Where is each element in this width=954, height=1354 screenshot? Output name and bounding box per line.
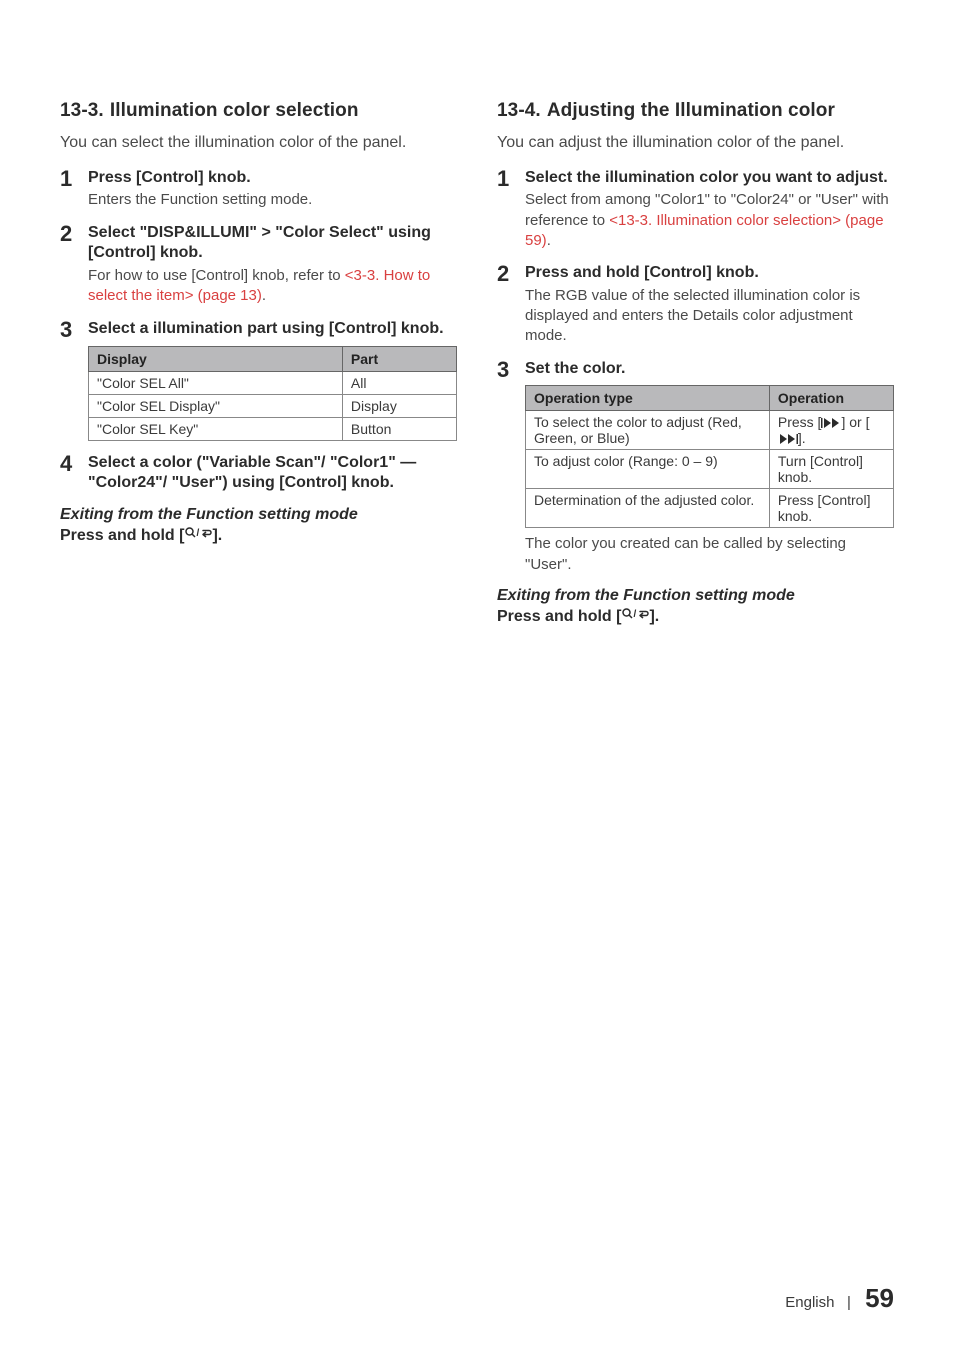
table-header: Display: [89, 346, 343, 371]
table-cell: Press [ ] or [].: [769, 411, 893, 450]
section-heading-13-3: 13-3. Illumination color selection: [60, 100, 457, 122]
table-row: Determination of the adjusted color. Pre…: [526, 489, 894, 528]
table-header: Operation type: [526, 386, 770, 411]
op-mid: ] or [: [841, 414, 869, 430]
step-body-pre: For how to use [Control] knob, refer to: [88, 267, 345, 284]
step-item: Press [Control] knob. Enters the Functio…: [60, 168, 457, 211]
footer-language: English: [785, 1294, 834, 1311]
svg-text:/: /: [634, 609, 637, 620]
step-body: Select from among "Color1" to "Color24" …: [525, 190, 894, 251]
table-row: To adjust color (Range: 0 – 9) Turn [Con…: [526, 450, 894, 489]
table-cell: To select the color to adjust (Red, Gree…: [526, 411, 770, 450]
step-body-post: .: [262, 287, 266, 304]
table-row: "Color SEL Display" Display: [89, 394, 457, 417]
step-title: Select the illumination color you want t…: [525, 168, 894, 189]
search-return-icon: /: [184, 527, 212, 544]
search-return-icon: /: [621, 608, 649, 625]
chevron-right-icon: >: [261, 224, 270, 241]
page-root: 13-3. Illumination color selection You ca…: [0, 0, 954, 1354]
heading-text: Illumination color selection: [110, 100, 359, 121]
step-title-pre: Select "DISP&ILLUMI": [88, 224, 257, 241]
step-body: Enters the Function setting mode.: [88, 190, 457, 210]
step-body: The RGB value of the selected illuminati…: [525, 286, 894, 347]
table-cell: Turn [Control] knob.: [769, 450, 893, 489]
step-title: Select a color ("Variable Scan"/ "Color1…: [88, 453, 457, 495]
heading-text: Adjusting the Illumination color: [547, 100, 835, 121]
after-table-note: The color you created can be called by s…: [525, 534, 894, 575]
step-item: Select "DISP&ILLUMI" > "Color Select" us…: [60, 223, 457, 307]
operation-table: Operation type Operation To select the c…: [525, 385, 894, 528]
table-cell: Press [Control] knob.: [769, 489, 893, 528]
step-title: Select "DISP&ILLUMI" > "Color Select" us…: [88, 223, 457, 265]
exit-heading: Exiting from the Function setting mode: [60, 506, 457, 524]
exit-instruction: Press and hold [ /].: [60, 526, 457, 545]
section-intro: You can adjust the illumination color of…: [497, 132, 894, 154]
section-intro: You can select the illumination color of…: [60, 132, 457, 154]
step-item: Select the illumination color you want t…: [497, 168, 894, 252]
step-body-post: .: [547, 232, 551, 249]
table-cell: Button: [342, 417, 456, 440]
step-list: Select the illumination color you want t…: [497, 168, 894, 575]
step-item: Select a illumination part using [Contro…: [60, 319, 457, 441]
section-heading-13-4: 13-4. Adjusting the Illumination color: [497, 100, 894, 122]
table-row: "Color SEL Key" Button: [89, 417, 457, 440]
heading-number: 13-4.: [497, 100, 541, 121]
two-column-layout: 13-3. Illumination color selection You ca…: [60, 100, 894, 626]
step-title: Select a illumination part using [Contro…: [88, 319, 457, 340]
step-title: Set the color.: [525, 359, 894, 380]
table-row: "Color SEL All" All: [89, 371, 457, 394]
skip-forward-icon: [778, 433, 798, 445]
exit-post: ].: [649, 608, 659, 625]
table-cell: All: [342, 371, 456, 394]
heading-number: 13-3.: [60, 100, 104, 121]
svg-text:/: /: [197, 528, 200, 539]
left-column: 13-3. Illumination color selection You ca…: [60, 100, 457, 626]
table-header-row: Display Part: [89, 346, 457, 371]
footer-separator: |: [847, 1294, 851, 1311]
table-cell: "Color SEL Display": [89, 394, 343, 417]
exit-heading: Exiting from the Function setting mode: [497, 587, 894, 605]
step-list: Press [Control] knob. Enters the Functio…: [60, 168, 457, 495]
step-item: Press and hold [Control] knob. The RGB v…: [497, 263, 894, 347]
illumination-part-table: Display Part "Color SEL All" All "Color …: [88, 346, 457, 441]
table-cell: "Color SEL Key": [89, 417, 343, 440]
exit-post: ].: [212, 527, 222, 544]
page-number: 59: [865, 1283, 894, 1313]
op-post: ].: [798, 430, 806, 446]
step-item: Set the color. Operation type Operation …: [497, 359, 894, 575]
table-header: Operation: [769, 386, 893, 411]
page-footer: English | 59: [60, 1263, 894, 1314]
exit-pre: Press and hold [: [497, 608, 621, 625]
skip-back-icon: [821, 417, 841, 429]
table-header: Part: [342, 346, 456, 371]
table-cell: To adjust color (Range: 0 – 9): [526, 450, 770, 489]
step-item: Select a color ("Variable Scan"/ "Color1…: [60, 453, 457, 495]
step-title: Press [Control] knob.: [88, 168, 457, 189]
table-cell: "Color SEL All": [89, 371, 343, 394]
table-cell: Determination of the adjusted color.: [526, 489, 770, 528]
table-row: To select the color to adjust (Red, Gree…: [526, 411, 894, 450]
exit-pre: Press and hold [: [60, 527, 184, 544]
right-column: 13-4. Adjusting the Illumination color Yo…: [497, 100, 894, 626]
table-cell: Display: [342, 394, 456, 417]
step-title: Press and hold [Control] knob.: [525, 263, 894, 284]
step-body: For how to use [Control] knob, refer to …: [88, 266, 457, 307]
op-pre: Press [: [778, 414, 822, 430]
exit-instruction: Press and hold [ /].: [497, 607, 894, 626]
table-header-row: Operation type Operation: [526, 386, 894, 411]
